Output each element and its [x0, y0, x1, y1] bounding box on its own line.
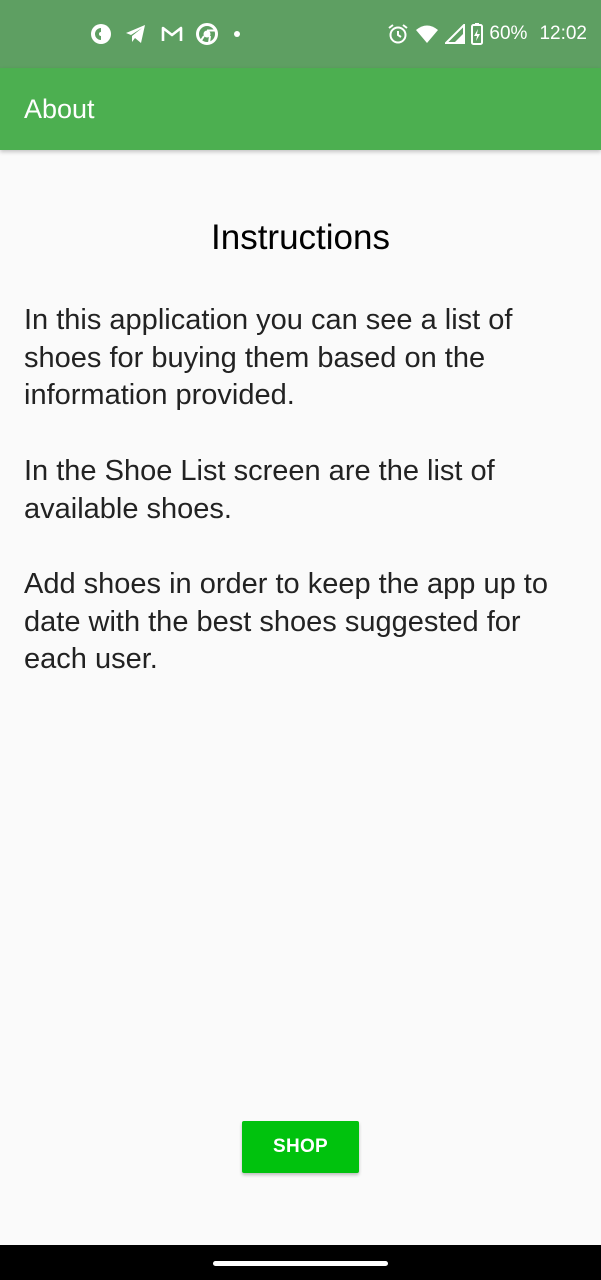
app-bar-title: About	[24, 94, 95, 124]
home-indicator[interactable]	[213, 1261, 388, 1266]
telegram-icon	[124, 23, 148, 45]
app-bar: About	[0, 68, 601, 150]
wifi-icon	[415, 24, 439, 44]
battery-icon	[471, 23, 484, 45]
battery-percent: 60%	[489, 23, 528, 44]
notification-icons	[90, 22, 244, 46]
instructions-text: In this application you can see a list o…	[24, 304, 548, 676]
app-c-icon	[90, 23, 112, 45]
status-bar: 60% 12:02	[0, 0, 601, 68]
signal-icon	[445, 24, 466, 44]
chrome-icon	[196, 23, 218, 45]
page-title: Instructions	[211, 218, 390, 257]
navigation-bar	[0, 1245, 601, 1280]
clock: 12:02	[539, 23, 587, 44]
more-dot-icon	[230, 23, 244, 45]
shop-button[interactable]: SHOP	[242, 1121, 359, 1173]
gmail-icon	[160, 24, 184, 44]
alarm-icon	[387, 23, 409, 45]
system-status: 60% 12:02	[387, 22, 587, 46]
